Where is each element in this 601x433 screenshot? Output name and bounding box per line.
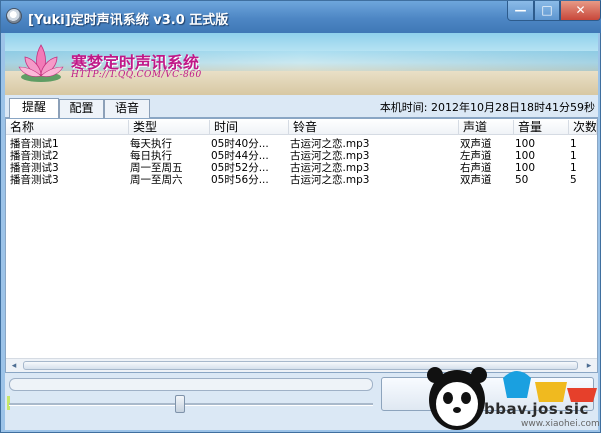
cell-ringtone: 古运河之恋.mp3 <box>290 150 370 162</box>
cell-time: 05时56分... <box>211 174 269 186</box>
cell-volume: 100 <box>515 162 536 174</box>
cell-count: 5 <box>570 174 577 186</box>
maximize-button[interactable]: □ <box>534 1 560 21</box>
cell-volume: 100 <box>515 150 536 162</box>
table-row[interactable]: 播音测试3 周一至周六 05时56分... 古运河之恋.mp3 双声道 50 5 <box>6 174 597 186</box>
cell-type: 周一至周五 <box>130 162 183 174</box>
column-volume-header[interactable]: 音量 <box>514 120 569 135</box>
column-ringtone-header[interactable]: 铃音 <box>289 120 459 135</box>
banner-url: HTTP://T.QQ.COM/VC-860 <box>71 70 202 80</box>
window-title: [Yuki]定时声讯系统 v3.0 正式版 <box>28 13 229 28</box>
local-time: 本机时间: 2012年10月28日18时41分59秒 <box>379 101 595 114</box>
cell-time: 05时44分... <box>211 150 269 162</box>
cell-name: 播音测试1 <box>10 138 59 150</box>
watermark-subtitle: www.xiaohei.com <box>521 419 600 429</box>
table-row[interactable]: 播音测试1 每天执行 05时40分... 古运河之恋.mp3 双声道 100 1 <box>6 138 597 150</box>
tab-reminder[interactable]: 提醒 <box>9 98 59 119</box>
cell-volume: 50 <box>515 174 529 186</box>
title-bar[interactable]: [Yuki]定时声讯系统 v3.0 正式版 — □ ✕ <box>1 1 601 33</box>
column-name-header[interactable]: 名称 <box>6 120 129 135</box>
cell-count: 1 <box>570 150 577 162</box>
playback-progress-bar[interactable] <box>9 378 373 391</box>
list-header: 名称 类型 时间 铃音 声道 音量 次数 <box>6 119 597 135</box>
alarm-clock-icon <box>6 8 22 24</box>
cell-name: 播音测试3 <box>10 162 59 174</box>
table-row[interactable]: 播音测试2 每日执行 05时44分... 古运河之恋.mp3 左声道 100 1 <box>6 150 597 162</box>
close-button[interactable]: ✕ <box>560 1 601 21</box>
watermark-site: bbav.jos.sic <box>484 400 589 418</box>
cell-channel: 右声道 <box>460 162 492 174</box>
cell-time: 05时40分... <box>211 138 269 150</box>
cell-volume: 100 <box>515 138 536 150</box>
cell-type: 每天执行 <box>130 138 172 150</box>
volume-slider-thumb[interactable] <box>175 395 186 413</box>
table-row[interactable]: 播音测试3 周一至周五 05时52分... 古运河之恋.mp3 右声道 100 … <box>6 162 597 174</box>
cell-channel: 双声道 <box>460 174 492 186</box>
app-window: [Yuki]定时声讯系统 v3.0 正式版 — □ ✕ 寒梦定时声讯系统 HTT… <box>0 0 601 433</box>
column-count-header[interactable]: 次数 <box>569 120 597 135</box>
tab-config[interactable]: 配置 <box>59 99 104 118</box>
header-banner: 寒梦定时声讯系统 HTTP://T.QQ.COM/VC-860 <box>5 33 598 95</box>
cell-type: 每日执行 <box>130 150 172 162</box>
lotus-logo-icon <box>18 44 64 82</box>
column-channel-header[interactable]: 声道 <box>459 120 514 135</box>
tab-voice[interactable]: 语音 <box>104 99 150 118</box>
cell-ringtone: 古运河之恋.mp3 <box>290 174 370 186</box>
scroll-left-arrow-icon[interactable]: ◂ <box>7 360 21 372</box>
cell-count: 1 <box>570 162 577 174</box>
column-time-header[interactable]: 时间 <box>210 120 289 135</box>
minimize-button[interactable]: — <box>507 1 534 21</box>
cell-time: 05时52分... <box>211 162 269 174</box>
cell-name: 播音测试3 <box>10 174 59 186</box>
volume-slider-track[interactable] <box>9 403 373 406</box>
tab-bar: 提醒 配置 语音 本机时间: 2012年10月28日18时41分59秒 <box>5 95 598 119</box>
cell-name: 播音测试2 <box>10 150 59 162</box>
cell-type: 周一至周六 <box>130 174 183 186</box>
column-type-header[interactable]: 类型 <box>129 120 210 135</box>
cell-ringtone: 古运河之恋.mp3 <box>290 162 370 174</box>
cell-count: 1 <box>570 138 577 150</box>
cell-ringtone: 古运河之恋.mp3 <box>290 138 370 150</box>
cell-channel: 双声道 <box>460 138 492 150</box>
cell-channel: 左声道 <box>460 150 492 162</box>
reminder-list[interactable]: 名称 类型 时间 铃音 声道 音量 次数 播音测试1 每天执行 05时40分..… <box>5 118 598 373</box>
